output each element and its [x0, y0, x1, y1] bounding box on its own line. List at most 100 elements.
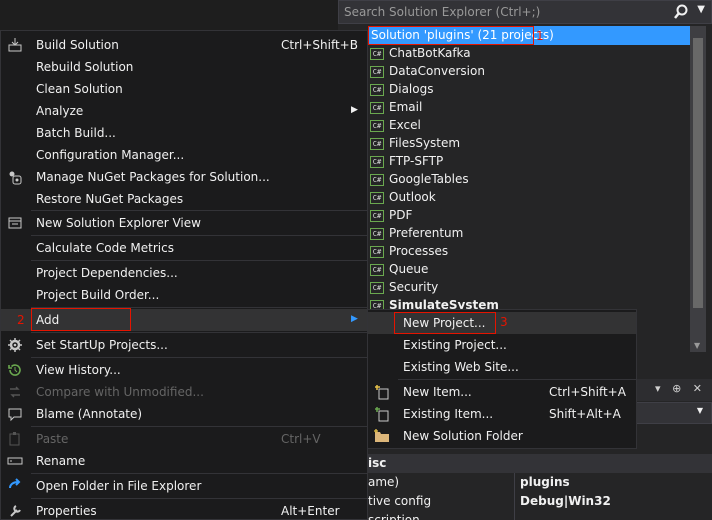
- menu-separator: [31, 473, 367, 474]
- project-node[interactable]: C# GoogleTables: [338, 171, 690, 189]
- annotation-number-1: 1: [536, 29, 544, 43]
- csharp-project-icon: C#: [370, 102, 384, 114]
- project-node[interactable]: C# ChatBotKafka: [338, 45, 690, 63]
- project-node[interactable]: C# FTP-SFTP: [338, 153, 690, 171]
- menu-item-label: Project Build Order...: [36, 288, 160, 302]
- menu-item-shortcut: Shift+Alt+A: [549, 407, 621, 421]
- properties-window-controls[interactable]: ▾ ⊕ ✕: [655, 382, 706, 395]
- project-node[interactable]: C# Email: [338, 99, 690, 117]
- menu-item-label: Batch Build...: [36, 126, 116, 140]
- menu-item-shortcut: Ctrl+Shift+A: [549, 385, 626, 399]
- new-item-icon: [374, 384, 390, 400]
- menu-item-clean-solution[interactable]: Clean Solution: [1, 78, 367, 100]
- project-node[interactable]: C# Dialogs: [338, 81, 690, 99]
- menu-item-label: Analyze: [36, 104, 84, 118]
- search-options-chevron-icon[interactable]: ▼: [697, 4, 705, 15]
- scrollbar-thumb[interactable]: [693, 38, 703, 308]
- menu-item-properties[interactable]: Properties Alt+Enter: [1, 500, 367, 520]
- menu-item-project-dependencies[interactable]: Project Dependencies...: [1, 262, 367, 284]
- menu-item-view-history[interactable]: View History...: [1, 359, 367, 381]
- solution-explorer-search[interactable]: Search Solution Explorer (Ctrl+;) ▼: [338, 0, 712, 24]
- menu-item-label: Build Solution: [36, 38, 119, 52]
- submenu-arrow-icon: ▶: [351, 314, 358, 324]
- project-node[interactable]: C# Security: [338, 279, 690, 297]
- menu-item-restore-nuget[interactable]: Restore NuGet Packages: [1, 188, 367, 210]
- project-name: PDF: [389, 208, 413, 222]
- menu-item-manage-nuget[interactable]: Manage NuGet Packages for Solution...: [1, 166, 367, 188]
- menu-item-project-build-order[interactable]: Project Build Order...: [1, 284, 367, 306]
- project-name: Queue: [389, 262, 429, 276]
- property-row[interactable]: scription: [368, 511, 712, 520]
- menu-item-blame[interactable]: Blame (Annotate): [1, 403, 367, 425]
- annotation-number-2: 2: [17, 313, 25, 327]
- menu-item-label: Clean Solution: [36, 82, 123, 96]
- menu-item-label: Existing Item...: [403, 407, 494, 421]
- menu-item-label: Open Folder in File Explorer: [36, 479, 202, 493]
- menu-item-new-solution-explorer-view[interactable]: New Solution Explorer View: [1, 212, 367, 234]
- scroll-down-arrow-icon[interactable]: ▼: [694, 341, 700, 350]
- menu-item-compare-unmodified: Compare with Unmodified...: [1, 381, 367, 403]
- search-icon[interactable]: [673, 3, 689, 21]
- project-node[interactable]: C# Excel: [338, 117, 690, 135]
- menu-separator: [31, 260, 367, 261]
- menu-item-label: Existing Project...: [403, 338, 507, 352]
- property-row[interactable]: ame) plugins: [368, 473, 712, 492]
- project-node[interactable]: C# Preferentum: [338, 225, 690, 243]
- submenu-item-existing-project[interactable]: Existing Project...: [368, 334, 636, 356]
- menu-item-label: Rename: [36, 454, 86, 468]
- project-name: Excel: [389, 118, 421, 132]
- submenu-item-existing-item[interactable]: Existing Item... Shift+Alt+A: [368, 403, 636, 425]
- menu-item-label: View History...: [36, 363, 121, 377]
- project-node[interactable]: C# Processes: [338, 243, 690, 261]
- property-name: scription: [368, 513, 420, 520]
- menu-item-configuration-manager[interactable]: Configuration Manager...: [1, 144, 367, 166]
- csharp-project-icon: C#: [370, 120, 384, 132]
- project-name: Preferentum: [389, 226, 464, 240]
- menu-item-batch-build[interactable]: Batch Build...: [1, 122, 367, 144]
- highlight-box-3: [394, 312, 496, 334]
- paste-icon: [7, 431, 23, 447]
- menu-item-shortcut: Ctrl+V: [281, 432, 321, 446]
- project-name: DataConversion: [389, 64, 485, 78]
- existing-item-icon: [374, 406, 390, 422]
- property-category[interactable]: isc: [368, 454, 712, 473]
- property-row[interactable]: tive config Debug|Win32: [368, 492, 712, 511]
- menu-item-calculate-code-metrics[interactable]: Calculate Code Metrics: [1, 237, 367, 259]
- comment-icon: [7, 406, 23, 422]
- project-name: GoogleTables: [389, 172, 469, 186]
- menu-item-open-folder[interactable]: Open Folder in File Explorer: [1, 475, 367, 497]
- new-view-icon: [7, 215, 23, 231]
- project-name: Outlook: [389, 190, 436, 204]
- property-value: Debug|Win32: [520, 494, 611, 508]
- property-category-label: isc: [368, 456, 387, 470]
- csharp-project-icon: C#: [370, 282, 384, 294]
- csharp-project-icon: C#: [370, 246, 384, 258]
- menu-item-rebuild-solution[interactable]: Rebuild Solution: [1, 56, 367, 78]
- menu-item-build-solution[interactable]: Build Solution Ctrl+Shift+B: [1, 34, 367, 56]
- solution-tree: C# ChatBotKafka C# DataConversion C# Dialogs C…: [338, 26, 690, 354]
- project-name: FilesSystem: [389, 136, 461, 150]
- project-node[interactable]: C# Queue: [338, 261, 690, 279]
- menu-item-analyze[interactable]: Analyze ▶: [1, 100, 367, 122]
- submenu-item-new-solution-folder[interactable]: New Solution Folder: [368, 425, 636, 447]
- menu-item-rename[interactable]: Rename: [1, 450, 367, 472]
- project-name: Email: [389, 100, 423, 114]
- csharp-project-icon: C#: [370, 210, 384, 222]
- project-node[interactable]: C# Outlook: [338, 189, 690, 207]
- project-name: Dialogs: [389, 82, 434, 96]
- menu-item-set-startup-projects[interactable]: Set StartUp Projects...: [1, 334, 367, 356]
- project-node[interactable]: C# DataConversion: [338, 63, 690, 81]
- project-name: FTP-SFTP: [389, 154, 444, 168]
- solution-explorer-scrollbar[interactable]: ▼: [690, 26, 706, 352]
- menu-separator: [31, 426, 367, 427]
- menu-item-label: Configuration Manager...: [36, 148, 185, 162]
- menu-item-label: Compare with Unmodified...: [36, 385, 204, 399]
- property-name: ame): [368, 475, 400, 489]
- menu-item-shortcut: Alt+Enter: [281, 504, 340, 518]
- project-name: Security: [389, 280, 439, 294]
- project-node[interactable]: C# FilesSystem: [338, 135, 690, 153]
- submenu-item-new-item[interactable]: New Item... Ctrl+Shift+A: [368, 381, 636, 403]
- csharp-project-icon: C#: [370, 228, 384, 240]
- submenu-item-existing-website[interactable]: Existing Web Site...: [368, 356, 636, 378]
- project-node[interactable]: C# PDF: [338, 207, 690, 225]
